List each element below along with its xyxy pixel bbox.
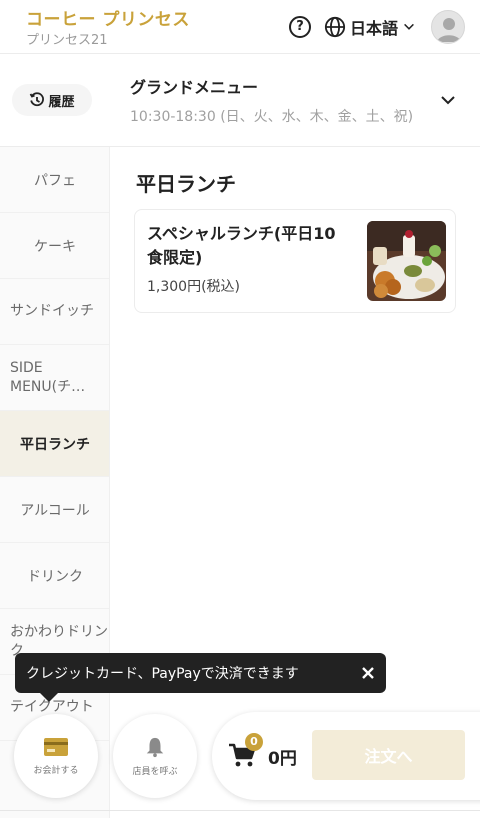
sidebar-item-cake[interactable]: ケーキ <box>0 213 109 279</box>
sidebar-item-side-menu[interactable]: SIDE MENU(チ… <box>0 345 109 411</box>
bottom-divider <box>0 810 480 811</box>
cart-panel: 0 0円 注文へ <box>212 712 480 800</box>
globe-icon <box>324 16 346 38</box>
item-name: スペシャルランチ(平日10食限定) <box>147 224 336 267</box>
app-header: コーヒー プリンセス プリンセス21 ? 日本語 <box>0 0 480 54</box>
cart-total: 0円 <box>268 749 297 769</box>
sidebar-item-parfait[interactable]: パフェ <box>0 147 109 213</box>
section-title: 平日ランチ <box>136 172 236 196</box>
avatar[interactable] <box>431 10 465 44</box>
menu-chevron-down-icon[interactable] <box>440 92 456 108</box>
checkout-button[interactable]: お会計する <box>14 714 98 798</box>
history-button[interactable]: 履歴 <box>12 84 92 116</box>
menu-title[interactable]: グランドメニュー <box>130 74 258 98</box>
menu-header: 履歴 グランドメニュー 10:30-18:30 (日、火、水、木、金、土、祝) <box>0 54 480 147</box>
language-selector[interactable]: 日本語 <box>324 14 416 40</box>
language-label: 日本語 <box>350 19 399 38</box>
history-icon <box>30 92 45 107</box>
history-label: 履歴 <box>48 94 75 110</box>
close-icon[interactable] <box>358 663 378 683</box>
user-icon <box>437 18 461 42</box>
menu-item-card[interactable]: スペシャルランチ(平日10食限定) 1,300円(税込) <box>134 209 456 313</box>
help-icon[interactable]: ? <box>289 16 311 38</box>
shop-name: コーヒー プリンセス <box>26 10 190 30</box>
tooltip-tail <box>40 693 58 702</box>
order-button[interactable]: 注文へ <box>312 730 465 780</box>
sidebar-item-weekday-lunch[interactable]: 平日ランチ <box>0 411 109 477</box>
sidebar-item-drink[interactable]: ドリンク <box>0 543 109 609</box>
menu-hours: 10:30-18:30 (日、火、水、木、金、土、祝) <box>130 109 414 125</box>
tooltip-text: クレジットカード、PayPayで決済できます <box>26 666 299 682</box>
sidebar-item-sandwich[interactable]: サンドイッチ <box>0 279 109 345</box>
card-icon <box>44 737 68 756</box>
checkout-label: お会計する <box>33 765 79 776</box>
cart-count-badge: 0 <box>245 733 263 751</box>
call-staff-label: 店員を呼ぶ <box>132 766 178 777</box>
sidebar-item-alcohol[interactable]: アルコール <box>0 477 109 543</box>
lunch-photo <box>367 221 446 301</box>
payment-tooltip: クレジットカード、PayPayで決済できます <box>15 653 386 693</box>
chevron-down-icon <box>404 23 414 30</box>
item-price: 1,300円(税込) <box>147 279 241 295</box>
shop-subtitle: プリンセス21 <box>26 33 108 48</box>
bell-icon <box>146 737 164 757</box>
call-staff-button[interactable]: 店員を呼ぶ <box>113 714 197 798</box>
